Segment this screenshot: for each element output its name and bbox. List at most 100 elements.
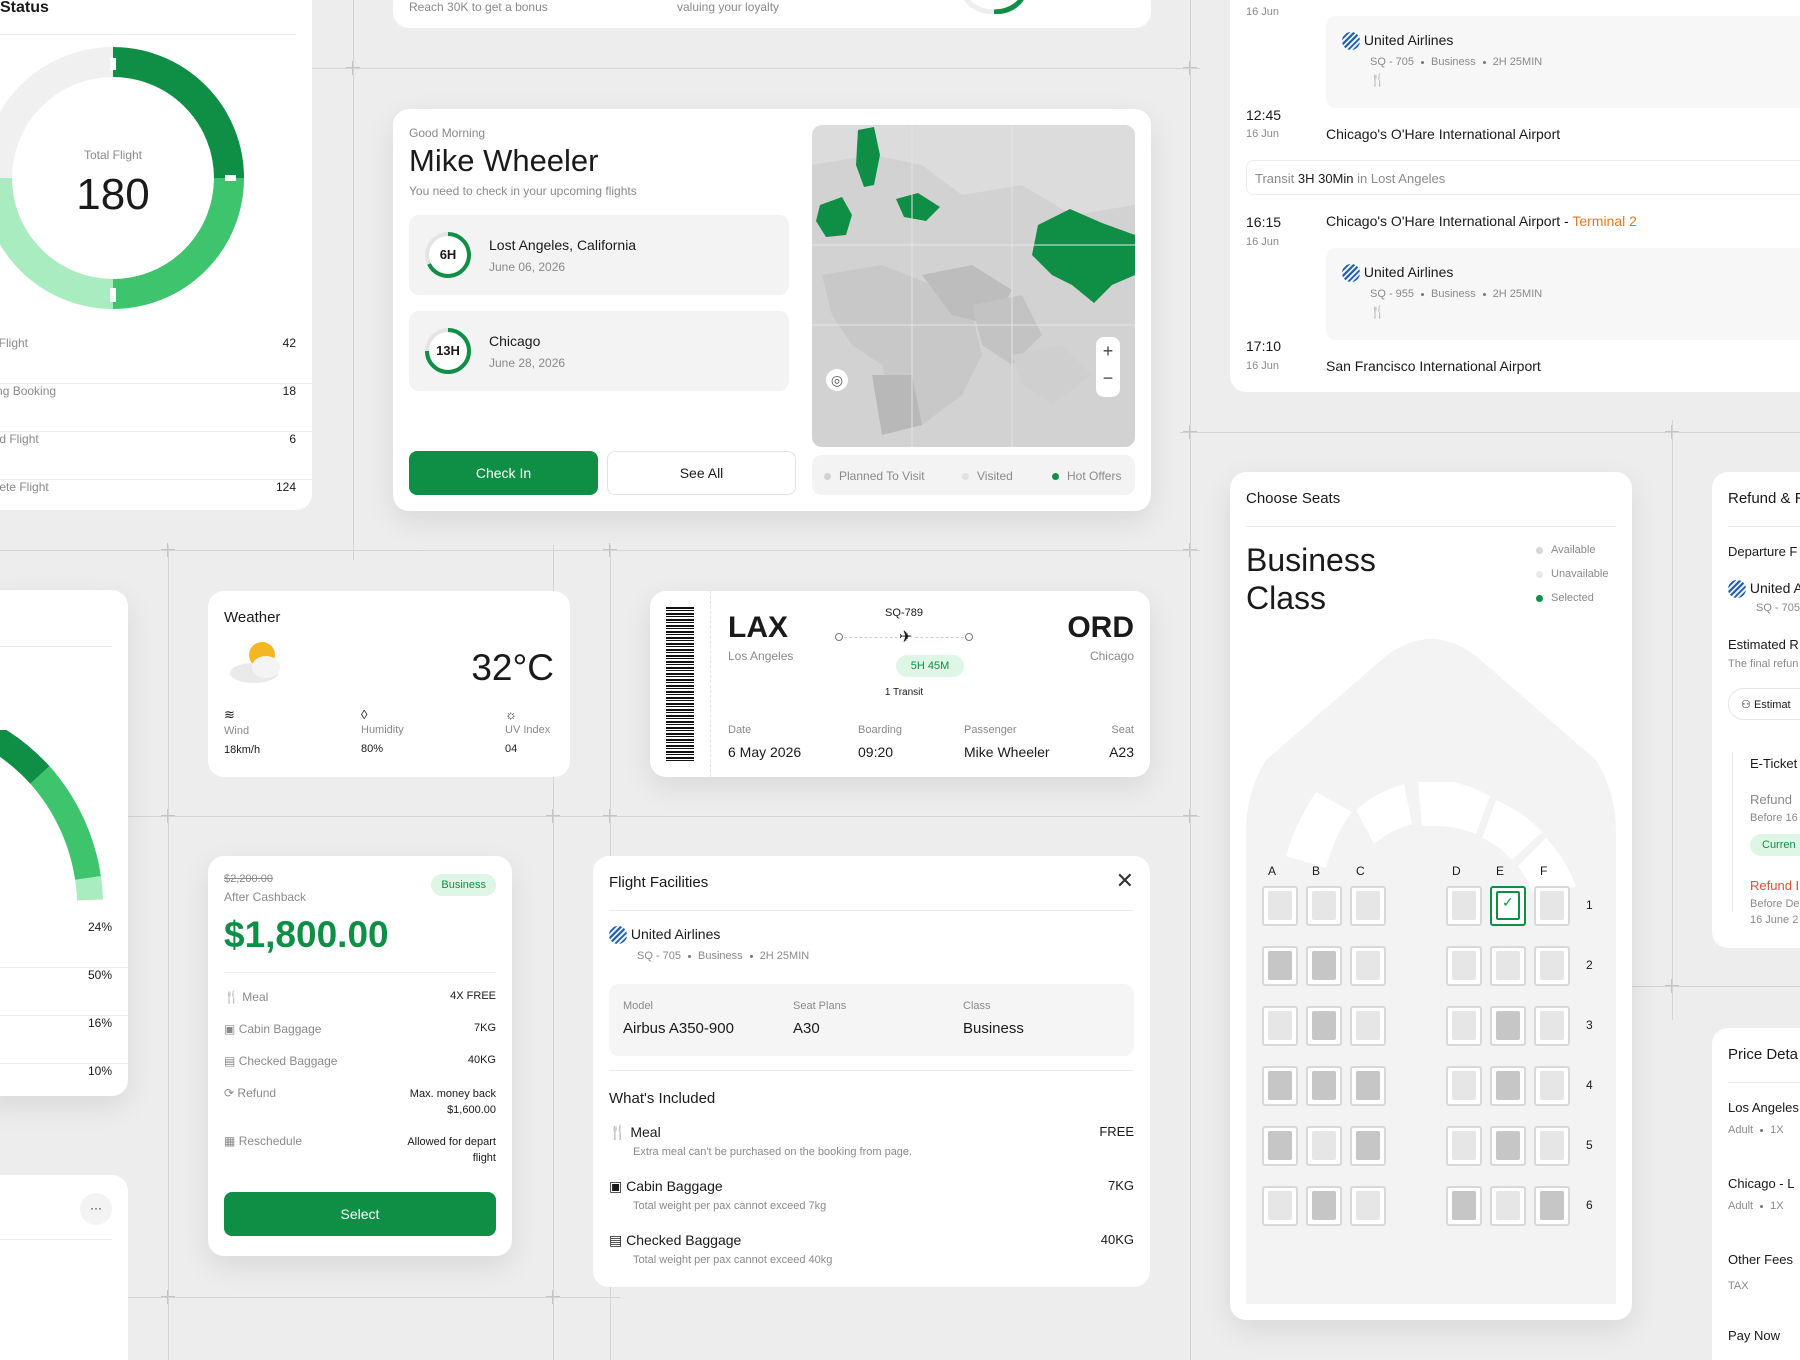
flight-class: Business [1431, 56, 1476, 68]
stats-row: 10% [0, 1064, 128, 1094]
from-code: LAX [728, 611, 788, 644]
seat-3E[interactable] [1490, 1006, 1526, 1046]
grid-line [1672, 420, 1673, 1020]
row-label: 6 [1586, 1198, 1593, 1212]
seat-6A[interactable] [1262, 1186, 1298, 1226]
pay-now-label[interactable]: Pay Now [1728, 1328, 1780, 1343]
tax-label: TAX [1728, 1280, 1749, 1292]
donut-label: Total Flight [83, 148, 143, 162]
status-row-value: 18 [282, 384, 296, 398]
flight-number: SQ-789 [885, 607, 923, 619]
field-value: A23 [1109, 744, 1134, 760]
status-row: ayed Flight 6 [0, 432, 312, 480]
legend-label: Visited [977, 469, 1013, 483]
meal-icon: 🍴 [1370, 73, 1385, 87]
legend-label: Selected [1551, 592, 1594, 604]
calendar-icon: ▦ [224, 1134, 236, 1148]
seat-1F[interactable] [1534, 886, 1570, 926]
seat-3C[interactable] [1350, 1006, 1386, 1046]
feature-value: Allowed for depart flight [407, 1134, 496, 1166]
status-row-value: 6 [289, 432, 296, 446]
seat-5A[interactable] [1262, 1126, 1298, 1166]
legend-hot: Hot Offers [1052, 469, 1121, 483]
row-label: 2 [1586, 958, 1593, 972]
upcoming-flight[interactable]: 13H Chicago June 28, 2026 [409, 311, 789, 391]
seat-4B[interactable] [1306, 1066, 1342, 1106]
price-card: $2,200.00 After Cashback Business $1,800… [208, 856, 512, 1256]
seat-3D[interactable] [1446, 1006, 1482, 1046]
refund-amount: $1,600.00 [447, 1104, 496, 1116]
seat-5C[interactable] [1350, 1126, 1386, 1166]
seat-1D[interactable] [1446, 886, 1482, 926]
countdown-badge: 13H [436, 343, 460, 358]
seat-3B[interactable] [1306, 1006, 1342, 1046]
world-map[interactable]: ◎ + − [812, 125, 1135, 447]
seat-6C[interactable] [1350, 1186, 1386, 1226]
included-name: Cabin Baggage [626, 1178, 723, 1194]
seat-3A[interactable] [1262, 1006, 1298, 1046]
seat-1C[interactable] [1350, 886, 1386, 926]
current-badge: Curren [1750, 834, 1800, 856]
bonus-ring [964, 0, 1024, 14]
grid-cross [1665, 979, 1679, 993]
weather-title: Weather [224, 609, 281, 626]
seat-4A[interactable] [1262, 1066, 1298, 1106]
seat-6B[interactable] [1306, 1186, 1342, 1226]
grid-line [1180, 432, 1800, 433]
estimate-button[interactable]: ⚇ Estimat [1728, 688, 1800, 720]
seat-5E[interactable] [1490, 1126, 1526, 1166]
close-icon[interactable]: ✕ [1116, 868, 1134, 894]
seat-2D[interactable] [1446, 946, 1482, 986]
seat-6F[interactable] [1534, 1186, 1570, 1226]
seat-4F[interactable] [1534, 1066, 1570, 1106]
bonus-card: Reach 30K to get a bonus valuing your lo… [393, 0, 1151, 28]
seat-5B[interactable] [1306, 1126, 1342, 1166]
facilities-title: Flight Facilities [609, 874, 709, 891]
status-row-label: mplete Flight [0, 480, 49, 494]
seat-6D[interactable] [1446, 1186, 1482, 1226]
seat-1A[interactable] [1262, 886, 1298, 926]
wind-metric: ≋ Wind 18km/h [224, 707, 260, 756]
grid-cross [161, 1290, 175, 1304]
zoom-in-button[interactable]: + [1096, 341, 1120, 362]
seat-1B[interactable] [1306, 886, 1342, 926]
upcoming-flight[interactable]: 6H Lost Angeles, California June 06, 202… [409, 215, 789, 295]
grid-line [0, 550, 1200, 551]
itin-date: 16 Jun [1246, 6, 1280, 18]
status-card: Status Total Flight 180 ive Flight 42 nd… [0, 0, 312, 510]
zoom-out-button[interactable]: − [1096, 368, 1120, 389]
seat-3F[interactable] [1534, 1006, 1570, 1046]
metric-value: 18km/h [224, 744, 261, 756]
seat-6E[interactable] [1490, 1186, 1526, 1226]
from-city: Los Angeles [728, 649, 794, 663]
seat-1E[interactable]: ✓ [1490, 886, 1526, 926]
passenger-type: Adult [1728, 1124, 1754, 1136]
seat-4E[interactable] [1490, 1066, 1526, 1106]
column-label: D [1452, 864, 1461, 878]
airline-name: United Airlines [630, 926, 721, 942]
grid-cross [346, 61, 360, 75]
meal-icon: 🍴 [609, 1124, 627, 1140]
status-row-value: 42 [282, 336, 296, 350]
check-in-button[interactable]: Check In [409, 451, 598, 495]
droplet-icon: ◊ [361, 707, 368, 722]
column-label: B [1312, 864, 1321, 878]
feature-label: Refund [237, 1086, 277, 1100]
locate-icon[interactable]: ◎ [826, 369, 848, 391]
seat-2E[interactable] [1490, 946, 1526, 986]
bottom-left-card: ··· [0, 1175, 128, 1360]
more-button[interactable]: ··· [80, 1193, 112, 1225]
select-button[interactable]: Select [224, 1192, 496, 1236]
field-value: Mike Wheeler [964, 744, 1050, 760]
seat-2C[interactable] [1350, 946, 1386, 986]
see-all-button[interactable]: See All [607, 451, 796, 495]
seat-5D[interactable] [1446, 1126, 1482, 1166]
seat-2F[interactable] [1534, 946, 1570, 986]
seat-5F[interactable] [1534, 1126, 1570, 1166]
flight-city: Chicago [489, 333, 541, 349]
seat-4D[interactable] [1446, 1066, 1482, 1106]
arrival-airport: San Francisco International Airport [1326, 358, 1541, 374]
seat-2B[interactable] [1306, 946, 1342, 986]
seat-4C[interactable] [1350, 1066, 1386, 1106]
seat-2A[interactable] [1262, 946, 1298, 986]
